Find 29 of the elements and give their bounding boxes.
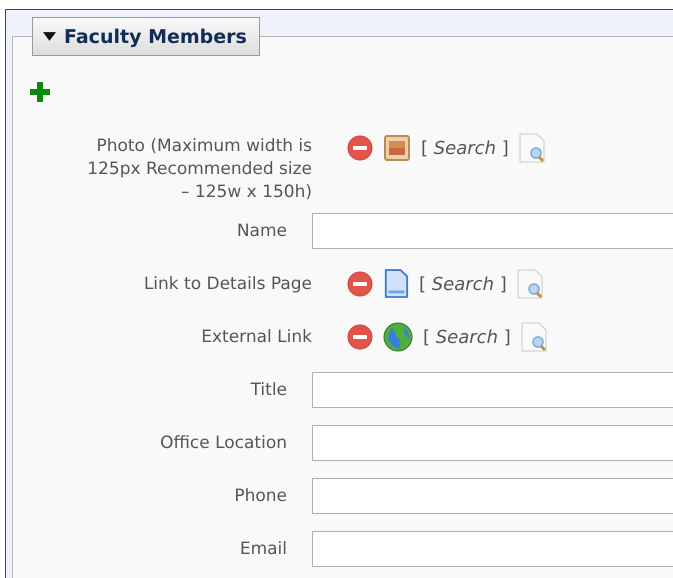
remove-icon[interactable] — [347, 135, 373, 161]
document-search-icon[interactable] — [520, 322, 547, 352]
field-label: External Link — [200, 326, 312, 348]
search-link[interactable]: [ Search ] — [423, 326, 511, 348]
document-search-icon[interactable] — [518, 133, 545, 163]
field-label: Title — [250, 378, 287, 402]
remove-icon[interactable] — [347, 271, 373, 297]
remove-icon[interactable] — [347, 324, 373, 350]
text-field[interactable] — [312, 213, 673, 249]
search-link[interactable]: [ Search ] — [421, 138, 509, 158]
caret-icon — [43, 32, 56, 41]
text-field[interactable] — [312, 531, 673, 567]
document-icon — [383, 269, 409, 299]
document-search-icon[interactable] — [516, 269, 543, 299]
field-label: Phone — [233, 484, 287, 508]
field-label: Office Location — [159, 432, 287, 454]
field-label: Name — [236, 220, 287, 242]
text-field[interactable] — [312, 372, 673, 408]
section-header[interactable]: Faculty Members — [32, 17, 260, 56]
picture-icon — [383, 134, 411, 162]
add-icon[interactable] — [30, 82, 50, 102]
globe-icon — [383, 322, 413, 352]
text-field[interactable] — [312, 425, 673, 461]
field-label: Photo (Maximum width is 125px Recommended size – 125w x 150h) — [86, 135, 312, 204]
field-label: Link to Details Page — [142, 272, 312, 296]
text-field[interactable] — [312, 478, 673, 514]
section-title: Faculty Members — [64, 26, 247, 48]
search-link[interactable]: [ Search ] — [419, 274, 507, 294]
field-label: Email — [238, 538, 287, 560]
